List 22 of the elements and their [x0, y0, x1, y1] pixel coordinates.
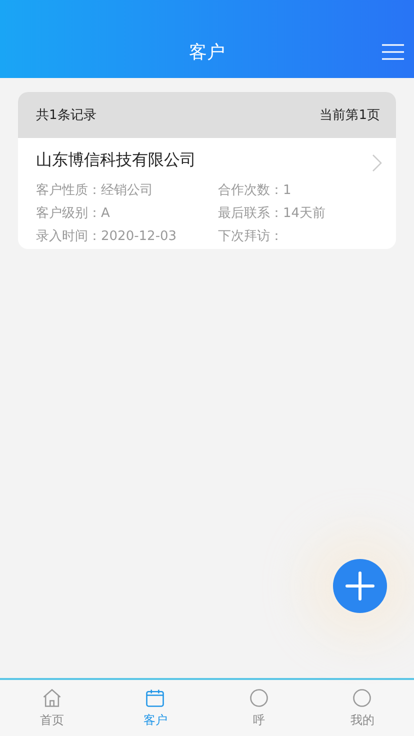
calendar-icon: [144, 687, 166, 709]
nav-tab[interactable]: 我的: [310, 680, 414, 736]
nav-tab[interactable]: 客户: [104, 680, 207, 736]
record-count: 共1条记录: [36, 107, 96, 124]
nav-tab[interactable]: 首页: [0, 680, 104, 736]
customer-field: 最后联系：14天前: [218, 204, 378, 222]
customer-field: 客户性质：经销公司: [36, 181, 218, 199]
customer-field: 录入时间：2020-12-03: [36, 227, 218, 245]
chevron-right-icon: [372, 154, 382, 172]
customer-field: 客户级别：A: [36, 204, 218, 222]
page-indicator: 当前第1页: [320, 107, 380, 124]
nav-tab[interactable]: 呼: [207, 680, 310, 736]
customer-field: 合作次数：1: [218, 181, 378, 199]
home-icon: [40, 687, 63, 709]
add-button[interactable]: [333, 559, 387, 613]
menu-button[interactable]: [382, 44, 404, 60]
customer-item[interactable]: 山东博信科技有限公司 客户性质：经销公司 合作次数：1 客户级别：A 最后联系：14天前 录入时间：2020-12-03 下次拜访：: [18, 138, 396, 249]
page-title: 客户: [189, 41, 225, 64]
plus-icon: [345, 571, 375, 601]
menu-icon: [382, 44, 404, 60]
company-name: 山东博信科技有限公司: [36, 150, 196, 171]
customer-field: 下次拜访：: [218, 227, 378, 245]
